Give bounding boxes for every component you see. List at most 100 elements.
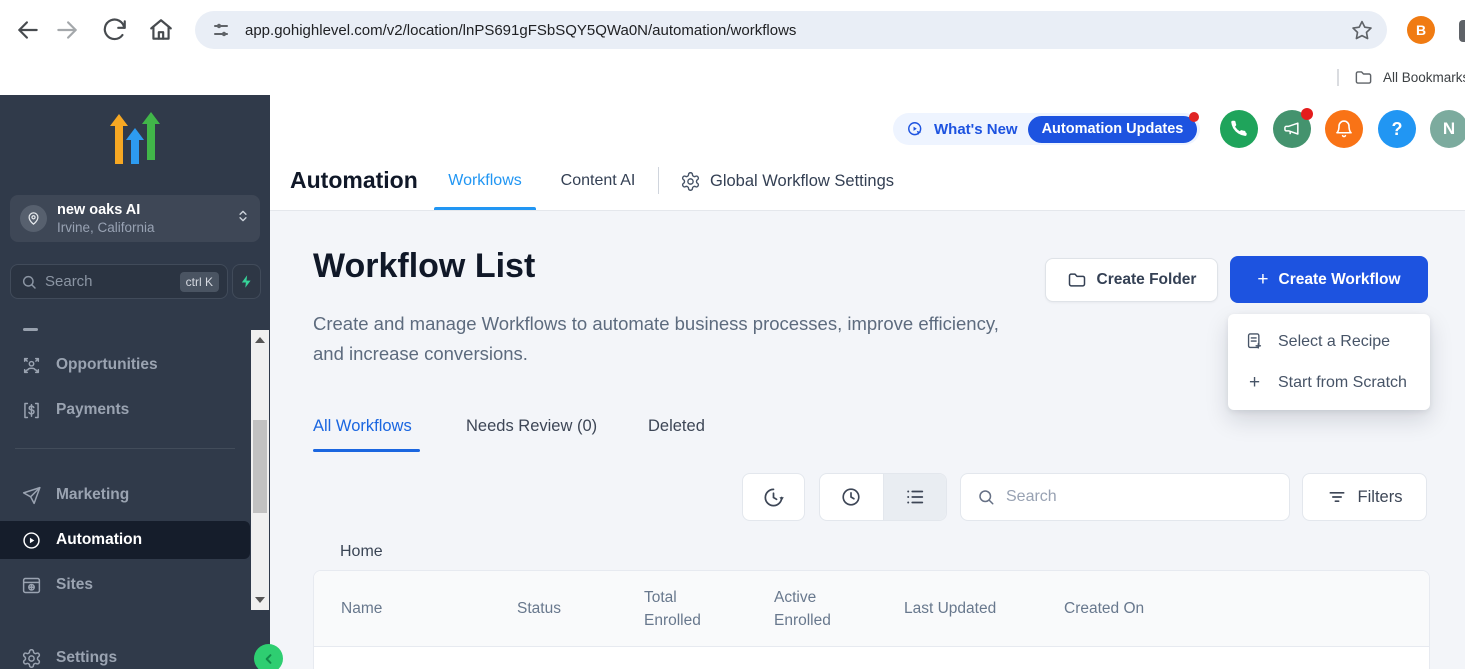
sidebar-item-payments[interactable]: Payments bbox=[0, 392, 250, 428]
user-avatar[interactable]: N bbox=[1430, 110, 1465, 148]
tab-content-ai[interactable]: Content AI bbox=[557, 172, 639, 190]
menu-item-start-from-scratch[interactable]: + Start from Scratch bbox=[1228, 362, 1430, 403]
whats-new-pill[interactable]: What's New Automation Updates bbox=[893, 113, 1200, 145]
notification-dot bbox=[1301, 108, 1313, 120]
menu-item-label: Start from Scratch bbox=[1278, 374, 1407, 392]
tab-all-workflows[interactable]: All Workflows bbox=[313, 417, 412, 436]
active-tab-underline bbox=[434, 207, 536, 210]
history-button[interactable] bbox=[742, 473, 805, 521]
help-button[interactable]: ? bbox=[1378, 110, 1416, 148]
all-bookmarks-button[interactable]: All Bookmarks bbox=[1383, 70, 1465, 85]
megaphone-icon bbox=[1282, 119, 1302, 139]
recent-view-button[interactable] bbox=[820, 474, 883, 520]
scrollbar-thumb[interactable] bbox=[253, 420, 267, 513]
payments-icon bbox=[21, 400, 42, 421]
workflow-search[interactable] bbox=[960, 473, 1290, 521]
sidebar-item-sites[interactable]: Sites bbox=[0, 567, 250, 603]
quick-actions-button[interactable] bbox=[232, 264, 261, 299]
bookmarks-bar: All Bookmarks bbox=[0, 60, 1465, 95]
menu-item-select-recipe[interactable]: Select a Recipe bbox=[1228, 321, 1430, 362]
menu-item-label: Select a Recipe bbox=[1278, 333, 1390, 351]
tab-deleted[interactable]: Deleted bbox=[648, 417, 705, 436]
sidebar-collapse-button[interactable] bbox=[254, 644, 283, 669]
browser-chrome: app.gohighlevel.com/v2/location/lnPS691g… bbox=[0, 0, 1465, 60]
url-text[interactable]: app.gohighlevel.com/v2/location/lnPS691g… bbox=[245, 22, 1341, 39]
gear-icon bbox=[21, 648, 42, 669]
create-folder-button[interactable]: Create Folder bbox=[1045, 258, 1218, 302]
sidebar-item-settings[interactable]: Settings bbox=[0, 640, 250, 669]
announcements-button[interactable] bbox=[1273, 110, 1311, 148]
chevron-left-icon bbox=[262, 652, 276, 666]
breadcrumb[interactable]: Home bbox=[340, 543, 383, 561]
sidebar-item-label: Sites bbox=[56, 576, 93, 594]
automation-updates-badge[interactable]: Automation Updates bbox=[1028, 116, 1198, 143]
browser-address-bar[interactable]: app.gohighlevel.com/v2/location/lnPS691g… bbox=[195, 11, 1387, 49]
section-description: Create and manage Workflows to automate … bbox=[313, 309, 1013, 369]
marketing-send-icon bbox=[21, 485, 42, 506]
create-workflow-dropdown: Select a Recipe + Start from Scratch bbox=[1228, 314, 1430, 410]
history-icon bbox=[762, 486, 785, 509]
sidebar-search[interactable]: ctrl K bbox=[10, 264, 228, 299]
recipe-file-plus-icon bbox=[1245, 332, 1264, 351]
scroll-down-arrow[interactable] bbox=[255, 597, 265, 603]
column-header-status: Status bbox=[517, 571, 561, 647]
account-location: Irvine, California bbox=[57, 219, 236, 236]
create-workflow-label: Create Workflow bbox=[1279, 271, 1401, 289]
main-panel: What's New Automation Updates ? N Automa… bbox=[270, 95, 1465, 669]
sidebar-item-label: Settings bbox=[56, 649, 117, 667]
global-workflow-settings-link[interactable]: Global Workflow Settings bbox=[680, 171, 894, 192]
browser-back-icon[interactable] bbox=[15, 17, 41, 43]
browser-menu-icon[interactable] bbox=[1459, 20, 1465, 42]
tab-workflows[interactable]: Workflows bbox=[434, 172, 536, 190]
column-header-created-on: Created On bbox=[1064, 571, 1144, 647]
list-view-button[interactable] bbox=[883, 474, 947, 520]
scroll-up-arrow[interactable] bbox=[255, 337, 265, 343]
active-tab-underline bbox=[313, 449, 420, 452]
sidebar-item-marketing[interactable]: Marketing bbox=[0, 477, 250, 513]
global-workflow-settings-label: Global Workflow Settings bbox=[710, 172, 894, 191]
sidebar-item-automation[interactable]: Automation bbox=[0, 521, 250, 559]
browser-profile-avatar[interactable]: B bbox=[1407, 16, 1435, 44]
search-icon bbox=[977, 488, 995, 506]
sidebar-item-opportunities[interactable]: Opportunities bbox=[0, 347, 250, 383]
sidebar-item-label: Automation bbox=[56, 531, 142, 549]
automation-icon bbox=[21, 530, 42, 551]
phone-button[interactable] bbox=[1220, 110, 1258, 148]
browser-forward-icon[interactable] bbox=[54, 17, 80, 43]
folder-icon bbox=[1067, 270, 1087, 290]
list-icon bbox=[904, 486, 926, 508]
header-separator bbox=[658, 167, 659, 194]
column-header-name: Name bbox=[341, 571, 382, 647]
column-header-last-updated: Last Updated bbox=[904, 571, 996, 647]
search-icon bbox=[21, 274, 37, 290]
account-switcher[interactable]: new oaks AI Irvine, California bbox=[10, 195, 260, 242]
create-workflow-button[interactable]: + Create Workflow bbox=[1230, 256, 1428, 303]
view-toggle bbox=[819, 473, 947, 521]
sidebar-item-label: Payments bbox=[56, 401, 129, 419]
section-title: Workflow List bbox=[313, 247, 535, 286]
filter-lines-icon bbox=[1327, 487, 1347, 507]
location-pin-icon bbox=[20, 205, 47, 232]
account-name: new oaks AI bbox=[57, 201, 236, 219]
chevron-up-down-icon bbox=[236, 209, 250, 229]
partial-menu-item bbox=[23, 328, 38, 331]
clock-icon bbox=[840, 486, 862, 508]
sidebar-search-input[interactable] bbox=[45, 273, 180, 290]
create-folder-label: Create Folder bbox=[1097, 271, 1197, 289]
bookmark-star-icon[interactable] bbox=[1351, 19, 1373, 41]
filters-label: Filters bbox=[1358, 488, 1403, 507]
browser-refresh-icon[interactable] bbox=[102, 17, 128, 43]
tab-needs-review[interactable]: Needs Review (0) bbox=[466, 417, 597, 436]
site-settings-icon[interactable] bbox=[209, 18, 233, 42]
column-header-active-enrolled: Active Enrolled bbox=[774, 571, 848, 647]
sidebar-item-label: Opportunities bbox=[56, 356, 158, 374]
notifications-button[interactable] bbox=[1325, 110, 1363, 148]
browser-home-icon[interactable] bbox=[148, 17, 174, 43]
workflow-search-input[interactable] bbox=[1006, 488, 1273, 506]
page-header: What's New Automation Updates ? N Automa… bbox=[270, 95, 1465, 211]
sidebar-scrollbar[interactable] bbox=[251, 330, 269, 610]
sidebar-item-label: Marketing bbox=[56, 486, 129, 504]
gohighlevel-logo bbox=[107, 111, 163, 167]
filters-button[interactable]: Filters bbox=[1302, 473, 1427, 521]
app-window: new oaks AI Irvine, California ctrl K bbox=[0, 95, 1465, 669]
